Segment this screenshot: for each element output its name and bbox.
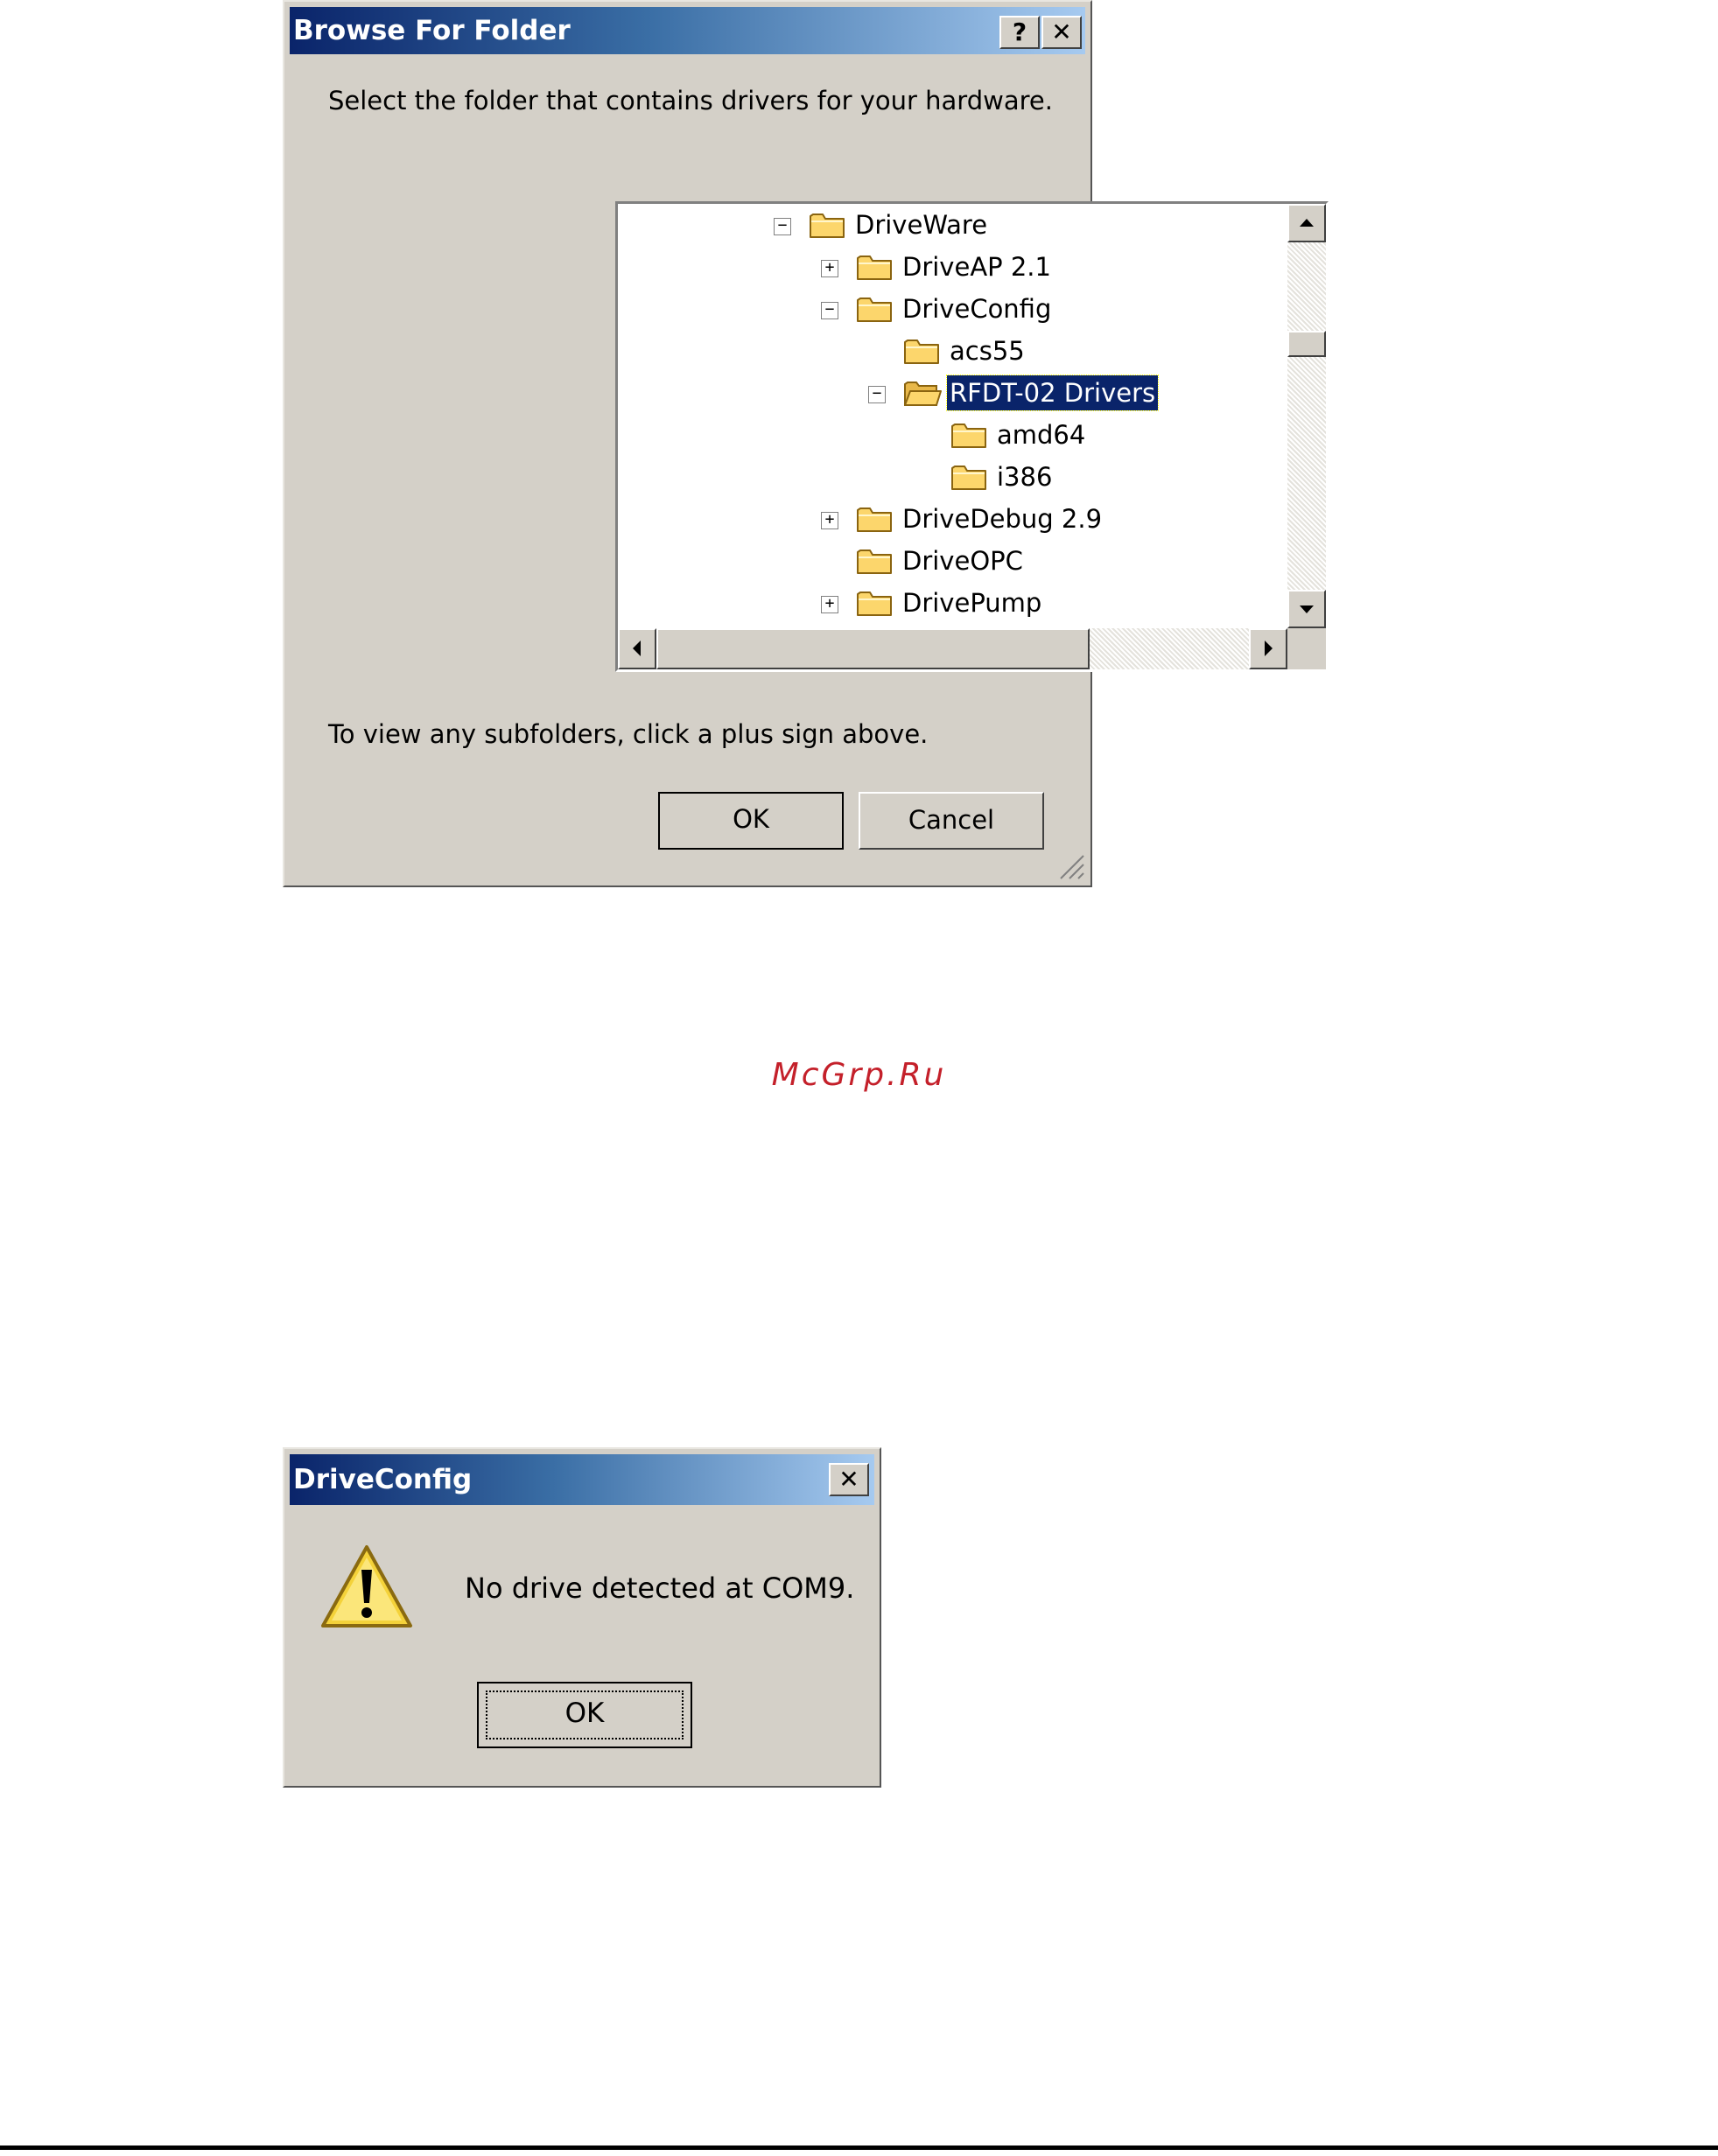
arrow-left-icon (633, 640, 641, 656)
message-ok-button[interactable]: OK (477, 1682, 692, 1748)
dialog-title-bar[interactable]: Browse For Folder ? ✕ (290, 7, 1085, 54)
tree-node-label[interactable]: i386 (994, 459, 1055, 494)
folder-icon (951, 466, 986, 490)
collapse-icon[interactable]: − (821, 302, 838, 319)
scroll-down-button[interactable] (1287, 590, 1326, 628)
tree-node-label[interactable]: DriveDebug 2.9 (900, 501, 1104, 536)
cancel-button[interactable]: Cancel (859, 792, 1044, 850)
page-bottom-rule (0, 2146, 1718, 2150)
folder-icon (810, 214, 845, 238)
warning-icon (321, 1545, 412, 1628)
tree-node[interactable]: − DriveConfig (618, 290, 1283, 328)
tree-node[interactable]: + DriveDebug 2.9 (618, 500, 1283, 538)
tree-node[interactable]: acs55 (618, 332, 1283, 370)
message-title-bar[interactable]: DriveConfig ✕ (290, 1454, 874, 1505)
browse-for-folder-dialog: Browse For Folder ? ✕ Select the folder … (283, 0, 1329, 887)
scroll-up-button[interactable] (1287, 204, 1326, 242)
driveconfig-message-dialog: DriveConfig ✕ No drive detected at COM9.… (283, 1447, 881, 1788)
tree-node[interactable]: amd64 (618, 416, 1283, 454)
tree-node[interactable]: DriveOPC (618, 542, 1283, 580)
close-button[interactable]: ✕ (1041, 16, 1082, 49)
folder-icon (857, 508, 892, 532)
help-button[interactable]: ? (999, 16, 1040, 49)
folder-icon (904, 382, 942, 406)
instruction-text: Select the folder that contains drivers … (328, 86, 1053, 116)
tree-node[interactable]: i386 (618, 458, 1283, 496)
expand-icon[interactable]: + (821, 596, 838, 613)
scrollbar-corner (1287, 628, 1326, 669)
tree-node-label[interactable]: DriveConfig (900, 291, 1054, 326)
arrow-up-icon (1300, 219, 1314, 227)
tree-node[interactable]: + DrivePump (618, 584, 1283, 622)
tree-node-label[interactable]: DriveOPC (900, 543, 1026, 578)
message-ok-label: OK (564, 1698, 605, 1729)
resize-grip-icon[interactable] (1055, 850, 1085, 880)
scroll-right-button[interactable] (1249, 628, 1287, 669)
dialog-title: Browse For Folder (293, 15, 571, 46)
horizontal-scrollbar[interactable] (618, 628, 1287, 669)
collapse-icon[interactable]: − (774, 218, 791, 235)
tree-node-label[interactable]: amd64 (994, 417, 1088, 452)
tree-node[interactable]: + DriveAP 2.1 (618, 248, 1283, 286)
message-title: DriveConfig (293, 1464, 473, 1495)
message-text: No drive detected at COM9. (465, 1572, 855, 1605)
folder-icon (857, 256, 892, 280)
ok-button[interactable]: OK (658, 792, 844, 850)
folder-icon (904, 340, 939, 364)
expand-icon[interactable]: + (821, 260, 838, 277)
arrow-down-icon (1300, 606, 1314, 613)
tree-node-label[interactable]: DriveWare (852, 207, 990, 242)
scroll-thumb-horizontal[interactable] (656, 628, 1090, 669)
vertical-scrollbar[interactable] (1287, 204, 1326, 628)
tree-node-label[interactable]: RFDT-02 Drivers (945, 374, 1160, 411)
folder-icon (857, 592, 892, 616)
collapse-icon[interactable]: − (868, 386, 886, 403)
arrow-right-icon (1265, 640, 1273, 656)
tree-node-label[interactable]: DrivePump (900, 585, 1044, 620)
tree-node-label[interactable]: DriveAP 2.1 (900, 249, 1054, 284)
folder-icon (857, 298, 892, 322)
hint-text: To view any subfolders, click a plus sig… (328, 719, 929, 749)
watermark: McGrp.Ru (771, 1057, 947, 1093)
scroll-left-button[interactable] (618, 628, 656, 669)
expand-icon[interactable]: + (821, 512, 838, 529)
folder-icon (857, 550, 892, 574)
tree-node[interactable]: − DriveWare (618, 206, 1283, 244)
scroll-thumb[interactable] (1287, 331, 1326, 357)
message-close-button[interactable]: ✕ (829, 1463, 869, 1496)
folder-icon (951, 424, 986, 448)
tree-node[interactable]: − RFDT-02 Drivers (618, 374, 1283, 412)
tree-node-label[interactable]: acs55 (947, 333, 1027, 368)
folder-tree[interactable]: − DriveWare + DriveAP 2.1 − DriveConfig acs55 −… (615, 201, 1329, 672)
